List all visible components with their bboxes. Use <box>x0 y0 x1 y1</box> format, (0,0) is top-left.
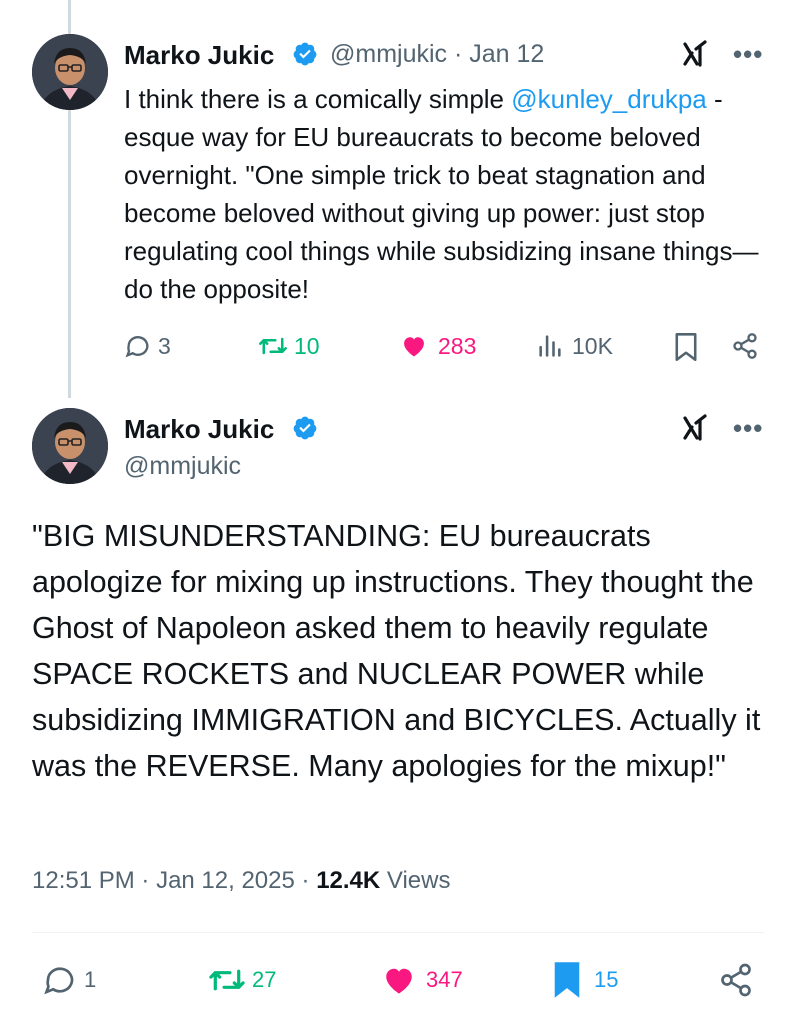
views-button[interactable]: 10K <box>536 332 613 360</box>
bookmark-filled-icon <box>554 962 580 998</box>
reply-icon <box>44 967 74 995</box>
meta-separator: · <box>134 867 157 894</box>
repost-icon <box>209 969 245 991</box>
like-button[interactable]: 347 <box>380 962 463 998</box>
views-count[interactable]: 12.4K <box>316 867 380 894</box>
heart-filled-icon <box>386 968 412 994</box>
author-name[interactable]: Marko Jukic <box>124 414 274 445</box>
more-dots-icon[interactable]: ••• <box>733 415 763 441</box>
avatar[interactable] <box>32 408 108 484</box>
repost-count: 27 <box>252 967 277 992</box>
like-count: 283 <box>438 332 477 359</box>
like-button[interactable]: 283 <box>400 332 476 360</box>
share-icon <box>733 333 757 359</box>
views-count: 10K <box>572 332 613 359</box>
bookmark-button[interactable] <box>673 332 699 362</box>
views-label: Views <box>380 867 451 894</box>
repost-button[interactable]: 27 <box>208 962 276 998</box>
bookmark-icon <box>675 333 697 361</box>
reply-button[interactable]: 3 <box>124 332 171 360</box>
share-icon <box>721 963 751 997</box>
verified-badge-icon <box>293 416 317 440</box>
repost-icon <box>259 337 287 355</box>
heart-filled-icon <box>404 337 424 357</box>
like-count: 347 <box>426 967 463 992</box>
bookmark-count: 15 <box>594 967 619 992</box>
repost-button[interactable]: 10 <box>258 332 320 360</box>
tweet-full-date[interactable]: Jan 12, 2025 <box>156 867 295 894</box>
tweet-text-part: -esque way for EU bureaucrats to become … <box>124 84 759 304</box>
reply-count: 3 <box>158 332 171 359</box>
reply-count: 1 <box>84 967 97 992</box>
share-button[interactable] <box>731 332 759 360</box>
mention-link[interactable]: @kunley_drukpa <box>511 84 707 114</box>
bookmark-button[interactable]: 15 <box>552 960 618 1000</box>
tweet-timestamp: 12:51 PM · Jan 12, 2025 · 12.4K Views <box>32 867 451 895</box>
verified-badge-icon <box>293 42 317 66</box>
author-handle[interactable]: @mmjukic <box>330 40 447 68</box>
handle-and-date[interactable]: @mmjukic · Jan 12 <box>330 40 544 69</box>
author-handle[interactable]: @mmjukic <box>124 452 241 481</box>
divider <box>32 932 764 933</box>
tweet-date[interactable]: Jan 12 <box>469 40 544 68</box>
tweet-text-part: I think there is a comically simple <box>124 84 512 114</box>
reply-button[interactable]: 1 <box>42 962 96 998</box>
tweet-text: "BIG MISUNDERSTANDING: EU bureaucrats ap… <box>32 519 761 783</box>
author-name[interactable]: Marko Jukic <box>124 40 274 71</box>
grok-icon[interactable] <box>680 412 712 444</box>
share-button[interactable] <box>718 962 754 998</box>
reply-icon <box>125 336 149 358</box>
repost-count: 10 <box>294 332 320 359</box>
tweet-time[interactable]: 12:51 PM <box>32 867 135 894</box>
meta-separator: · <box>294 867 317 894</box>
views-chart-icon <box>539 335 561 357</box>
grok-icon[interactable] <box>680 38 712 70</box>
tweet-text: I think there is a comically simple @kun… <box>124 80 774 308</box>
avatar[interactable] <box>32 34 108 110</box>
meta-separator: · <box>447 40 470 68</box>
more-dots-icon[interactable]: ••• <box>733 41 763 67</box>
